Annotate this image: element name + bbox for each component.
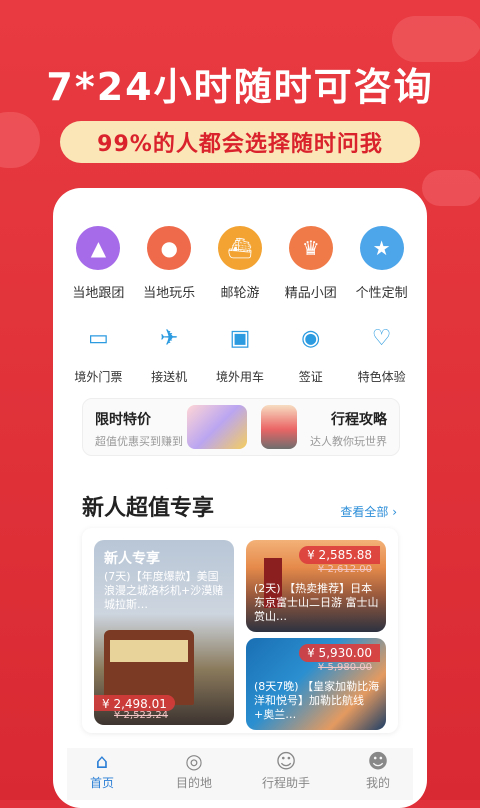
promo-banner: 限时特价 超值优惠买到赚到 行程攻略 达人教你玩世界: [82, 398, 400, 456]
promo-right-sub: 达人教你玩世界: [310, 435, 387, 448]
promo-right-title[interactable]: 行程攻略: [331, 409, 387, 429]
bus-icon: ▣: [229, 325, 251, 351]
deal-price: ¥ 5,930.00: [299, 644, 380, 662]
promo-illustration-person: [261, 405, 297, 449]
deal-price: ¥ 2,585.88: [299, 546, 380, 564]
see-all-link[interactable]: 查看全部 ›: [340, 503, 397, 520]
deal-desc: (7天)【年度爆款】美国浪漫之城洛杉机+沙漠赌城拉斯…: [104, 570, 224, 611]
deal-price: ¥ 2,498.01: [94, 695, 175, 711]
category-airport-transfer[interactable]: ✈ 接送机: [137, 322, 201, 385]
category-visa[interactable]: ◉ 签证: [279, 322, 343, 385]
location-pin-icon: ●: [147, 226, 192, 270]
promo-left-title[interactable]: 限时特价: [95, 409, 151, 429]
main-card: ▲ 当地跟团 ● 当地玩乐 ⛴ 邮轮游 ♛ 精品小团 ★ 个性定制 ▭ 境外门票…: [53, 188, 427, 808]
category-experience[interactable]: ♡ 特色体验: [350, 322, 414, 385]
tram-window: [110, 640, 188, 662]
deal-old-price: ¥ 2,523.24: [114, 710, 169, 721]
bottom-nav: ⌂ 首页 ◎ 目的地 ☺ 行程助手 ☻ 我的: [67, 748, 413, 800]
category-local-group[interactable]: ▲ 当地跟团: [66, 226, 130, 301]
cloud-decoration: [422, 170, 480, 206]
assistant-icon: ☺: [275, 749, 297, 773]
deal-tag: 新人专享: [104, 551, 160, 567]
deal-desc: (2天) 【热卖推荐】日本东京富士山二日游 富士山赏山…: [254, 582, 379, 623]
deal-small-2[interactable]: ¥ 5,930.00 ¥ 5,980.00 (8天7晚) 【皇家加勒比海洋和悦号…: [246, 638, 386, 730]
home-icon: ⌂: [95, 749, 109, 773]
category-car-rental[interactable]: ▣ 境外用车: [208, 322, 272, 385]
nav-destination[interactable]: ◎ 目的地: [159, 748, 229, 800]
deal-desc: (8天7晚) 【皇家加勒比海洋和悦号】加勒比航线+奥兰…: [254, 680, 380, 721]
deal-small-1[interactable]: ¥ 2,585.88 ¥ 2,612.00 (2天) 【热卖推荐】日本东京富士山…: [246, 540, 386, 632]
mountain-icon: ▲: [76, 226, 121, 270]
star-badge-icon: ★: [359, 226, 404, 270]
deal-old-price: ¥ 2,612.00: [317, 564, 372, 575]
airplane-icon: ✈: [159, 325, 179, 351]
nav-assistant[interactable]: ☺ 行程助手: [251, 748, 321, 800]
crown-icon: ♛: [288, 226, 333, 270]
promo-left-sub: 超值优惠买到赚到: [95, 435, 183, 448]
deal-big[interactable]: 新人专享 (7天)【年度爆款】美国浪漫之城洛杉机+沙漠赌城拉斯… ¥ 2,498…: [94, 540, 234, 725]
nav-profile[interactable]: ☻ 我的: [343, 748, 413, 800]
heart-icon: ♡: [371, 325, 392, 351]
category-tickets[interactable]: ▭ 境外门票: [66, 322, 130, 385]
passport-icon: ◉: [301, 325, 321, 351]
subheadline-pill: 99%的人都会选择随时问我: [60, 121, 420, 163]
nav-home[interactable]: ⌂ 首页: [67, 748, 137, 800]
category-cruise[interactable]: ⛴ 邮轮游: [208, 226, 272, 301]
headline: 7*24小时随时可咨询: [46, 65, 434, 109]
promo-illustration: [187, 405, 247, 449]
cruise-ship-icon: ⛴: [217, 226, 262, 270]
category-boutique-group[interactable]: ♛ 精品小团: [279, 226, 343, 301]
chevron-right-icon: ›: [392, 505, 397, 519]
secondary-categories: ▭ 境外门票 ✈ 接送机 ▣ 境外用车 ◉ 签证 ♡ 特色体验: [53, 322, 427, 385]
destination-icon: ◎: [185, 749, 203, 773]
deals-card: 新人专享 (7天)【年度爆款】美国浪漫之城洛杉机+沙漠赌城拉斯… ¥ 2,498…: [82, 528, 398, 733]
ticket-icon: ▭: [87, 325, 109, 351]
primary-categories: ▲ 当地跟团 ● 当地玩乐 ⛴ 邮轮游 ♛ 精品小团 ★ 个性定制: [53, 226, 427, 301]
deal-old-price: ¥ 5,980.00: [317, 662, 372, 673]
category-custom[interactable]: ★ 个性定制: [350, 226, 414, 301]
profile-icon: ☻: [367, 749, 389, 773]
category-local-fun[interactable]: ● 当地玩乐: [137, 226, 201, 301]
section-title: 新人超值专享: [82, 496, 215, 521]
